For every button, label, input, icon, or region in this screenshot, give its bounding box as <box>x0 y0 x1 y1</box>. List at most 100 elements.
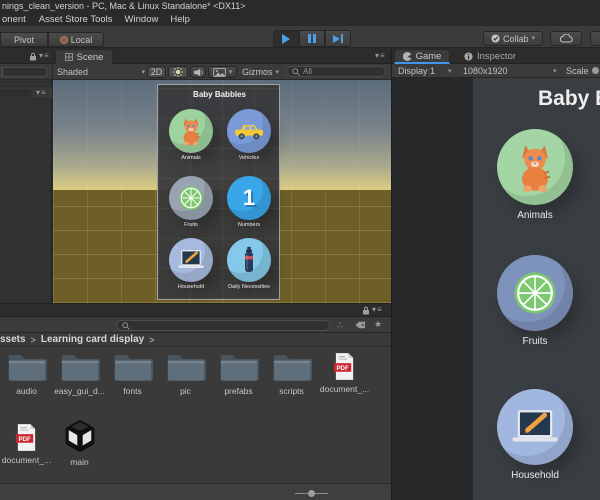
game-tile-animals[interactable]: Animals <box>473 129 597 221</box>
menu-item-help[interactable]: Help <box>170 14 190 25</box>
play-icon <box>282 33 290 44</box>
asset-scene-main[interactable]: main <box>53 418 106 467</box>
breadcrumb-chevron-icon: > <box>30 334 36 345</box>
tab-scene[interactable]: Scene <box>55 49 113 64</box>
scene-search-input[interactable]: All <box>286 66 386 77</box>
hierarchy-search-input[interactable] <box>2 67 48 77</box>
folder-icon <box>273 355 312 381</box>
card-tile-household[interactable]: Household <box>162 238 220 290</box>
game-tile-fruits[interactable]: Fruits <box>473 255 597 347</box>
folder-icon <box>114 355 153 381</box>
local-button[interactable]: Local <box>48 32 104 47</box>
tab-scene-label: Scene <box>76 51 104 63</box>
cloud-icon <box>559 34 573 43</box>
folder-icon <box>167 355 206 381</box>
inspector-icon <box>464 52 473 61</box>
game-toolbar: Display 1 ▾ 1080x1920 ▾ Scale <box>392 64 600 78</box>
card-tile-numbers[interactable]: 1 Numbers <box>220 176 278 228</box>
asset-pdf-document-1[interactable]: PDF document_... <box>318 351 371 394</box>
asset-folder-scripts[interactable]: scripts <box>265 351 318 396</box>
draw-mode-dropdown[interactable]: Shaded ▾ <box>57 66 145 78</box>
game-viewport[interactable]: Baby Ba Animals <box>392 78 600 500</box>
thumbnail-slider-knob[interactable] <box>308 490 315 497</box>
pdf-icon: PDF <box>15 424 36 451</box>
breadcrumb-chevron-icon: > <box>149 334 155 345</box>
animals-circle <box>497 129 573 205</box>
breadcrumb-assets[interactable]: ssets <box>0 334 26 345</box>
play-button[interactable] <box>273 30 299 47</box>
asset-label: easy_gui_d... <box>54 386 105 396</box>
panel-menu-icon[interactable]: ▾≡ <box>372 306 383 314</box>
panel-menu-icon[interactable]: ▾≡ <box>39 52 50 60</box>
scene-tab-bar: Scene ▾≡ <box>53 48 391 64</box>
lime-icon <box>179 186 203 210</box>
game-title: Baby Ba <box>538 87 600 110</box>
asset-folder-fonts[interactable]: fonts <box>106 351 159 396</box>
asset-folder-audio[interactable]: audio <box>0 351 53 396</box>
scene-panel-menu-icon[interactable]: ▾≡ <box>375 52 386 60</box>
laptop-icon <box>178 250 204 268</box>
asset-labels-icon[interactable]: ∴ <box>337 321 344 330</box>
favorites-star-icon[interactable]: ★ <box>374 320 383 329</box>
step-button[interactable] <box>325 30 351 47</box>
menu-item-window[interactable]: Window <box>125 14 159 25</box>
card-tile-fruits[interactable]: Fruits <box>162 176 220 228</box>
card-tile-vehicles[interactable]: Vehicles <box>220 109 278 161</box>
breadcrumb-current-folder[interactable]: Learning card display <box>41 334 144 345</box>
project-search-input[interactable] <box>116 320 330 331</box>
collab-check-icon <box>491 34 500 43</box>
grid-icon <box>64 53 73 61</box>
toggle-2d-label: 2D <box>150 67 163 77</box>
asset-folder-prefabs[interactable]: prefabs <box>212 351 265 396</box>
game-tile-label: Fruits <box>522 336 548 347</box>
tab-game[interactable]: Game <box>394 49 450 64</box>
asset-pdf-document-2[interactable]: PDF document_... <box>0 422 53 465</box>
game-tile-label: Animals <box>517 210 553 221</box>
cloud-button[interactable] <box>550 31 582 46</box>
card-tile-animals[interactable]: Animals <box>162 109 220 161</box>
card-tile-label: Fruits <box>184 222 198 228</box>
resolution-label: 1080x1920 <box>463 66 508 76</box>
tag-icon[interactable] <box>355 321 366 329</box>
subpanel-menu-icon[interactable]: ▾≡ <box>36 89 47 97</box>
gizmos-label: Gizmos <box>242 67 273 77</box>
game-tab-bar: Game Inspector <box>392 48 600 64</box>
lock-icon[interactable] <box>29 52 37 61</box>
collab-button[interactable]: Collab ▾ <box>483 31 543 46</box>
effects-dropdown-button[interactable]: ▾ <box>208 66 237 78</box>
chevron-down-icon: ▾ <box>275 68 280 76</box>
game-tile-household[interactable]: Household <box>473 389 597 481</box>
gizmos-dropdown[interactable]: Gizmos ▾ <box>242 66 284 78</box>
asset-folder-pic[interactable]: pic <box>159 351 212 396</box>
asset-folder-easy-gui[interactable]: easy_gui_d... <box>53 351 106 396</box>
hierarchy-subheader: ▾≡ <box>0 86 52 99</box>
scale-slider-knob[interactable] <box>592 67 599 74</box>
menu-item-component[interactable]: onent <box>2 14 26 25</box>
card-tile-daily-necessities[interactable]: Daily Necessities <box>220 238 278 290</box>
toggle-2d-button[interactable]: 2D <box>147 66 166 78</box>
collab-label: Collab <box>502 33 529 44</box>
number-one-icon: 1 <box>242 185 256 210</box>
project-panel: ▾≡ ∴ ★ ssets > Learning card display > a… <box>0 303 391 500</box>
lighting-toggle-button[interactable] <box>168 66 188 78</box>
display-dropdown[interactable]: Display 1 <box>398 66 435 76</box>
pause-button[interactable] <box>299 30 325 47</box>
chevron-down-icon: ▾ <box>228 68 233 76</box>
scale-label: Scale <box>566 66 589 76</box>
lock-icon[interactable] <box>362 306 370 315</box>
hierarchy-field[interactable] <box>0 89 32 97</box>
menu-item-asset-store-tools[interactable]: Asset Store Tools <box>39 14 113 25</box>
resolution-dropdown[interactable]: 1080x1920 <box>463 66 508 76</box>
scene-canvas-card[interactable]: Baby Babbles Animals Vehicles Fruits 1 N… <box>157 84 280 300</box>
breadcrumb: ssets > Learning card display > <box>0 333 391 347</box>
tab-inspector-label: Inspector <box>476 51 517 62</box>
pdf-icon: PDF <box>333 353 354 380</box>
tab-inspector[interactable]: Inspector <box>454 49 526 64</box>
svg-text:PDF: PDF <box>18 436 31 443</box>
project-bottom-bar <box>0 483 391 500</box>
pivot-button[interactable]: Pivot <box>0 32 48 47</box>
game-icon <box>402 51 411 61</box>
audio-toggle-button[interactable] <box>190 66 206 78</box>
asset-label: fonts <box>123 386 142 396</box>
account-button[interactable] <box>590 31 600 46</box>
